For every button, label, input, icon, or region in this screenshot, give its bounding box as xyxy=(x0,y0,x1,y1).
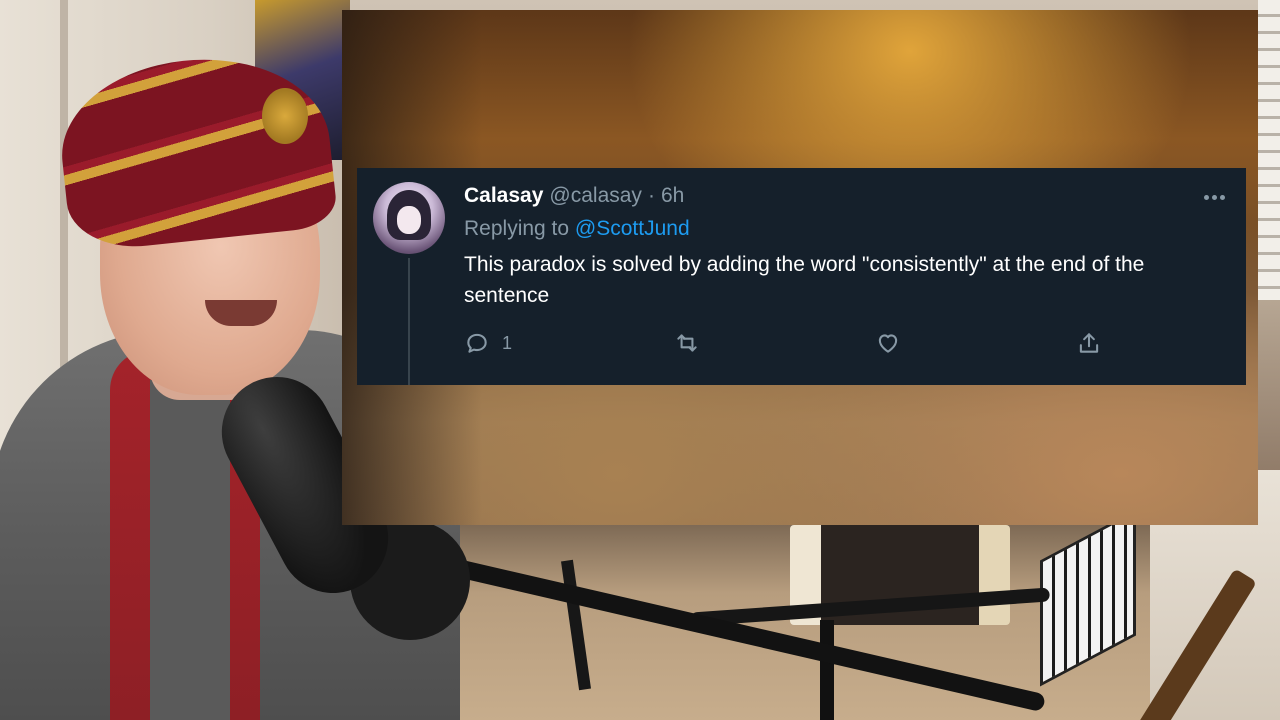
reply-button[interactable]: 1 xyxy=(464,328,512,358)
more-dot xyxy=(1211,194,1217,200)
retweet-button[interactable] xyxy=(674,328,700,358)
thread-line xyxy=(408,258,410,385)
beanie-patch xyxy=(262,88,308,144)
window-blinds xyxy=(1258,0,1280,300)
more-options-button[interactable] xyxy=(1197,186,1231,208)
like-icon xyxy=(878,334,898,353)
like-button[interactable] xyxy=(875,328,901,358)
tweet-actions: 1 xyxy=(464,328,1224,358)
reply-count: 1 xyxy=(502,332,513,353)
retweet-icon xyxy=(677,334,697,352)
timestamp[interactable]: 6h xyxy=(661,184,684,208)
beanie xyxy=(53,46,339,254)
share-icon xyxy=(1079,333,1099,353)
display-name[interactable]: Calasay xyxy=(464,184,543,208)
tweet-header: Calasay @calasay · 6h xyxy=(464,184,684,208)
shirt-inner xyxy=(150,380,230,720)
user-avatar[interactable] xyxy=(373,182,445,254)
replying-to-line: Replying to @ScottJund xyxy=(464,217,690,241)
replying-to-mention[interactable]: @ScottJund xyxy=(575,217,690,240)
replying-prefix: Replying to xyxy=(464,217,570,240)
avatar-face xyxy=(397,206,421,234)
more-dot xyxy=(1219,194,1225,200)
tweet-card[interactable]: Calasay @calasay · 6h Replying to @Scott… xyxy=(357,168,1246,385)
separator-dot: · xyxy=(647,184,655,207)
tweet-text: This paradox is solved by adding the wor… xyxy=(464,253,1145,307)
share-button[interactable] xyxy=(1076,328,1102,358)
more-horizontal-icon xyxy=(1203,194,1209,200)
user-handle[interactable]: @calasay xyxy=(549,184,642,208)
mic-stand xyxy=(820,620,834,720)
reply-icon xyxy=(467,333,487,353)
